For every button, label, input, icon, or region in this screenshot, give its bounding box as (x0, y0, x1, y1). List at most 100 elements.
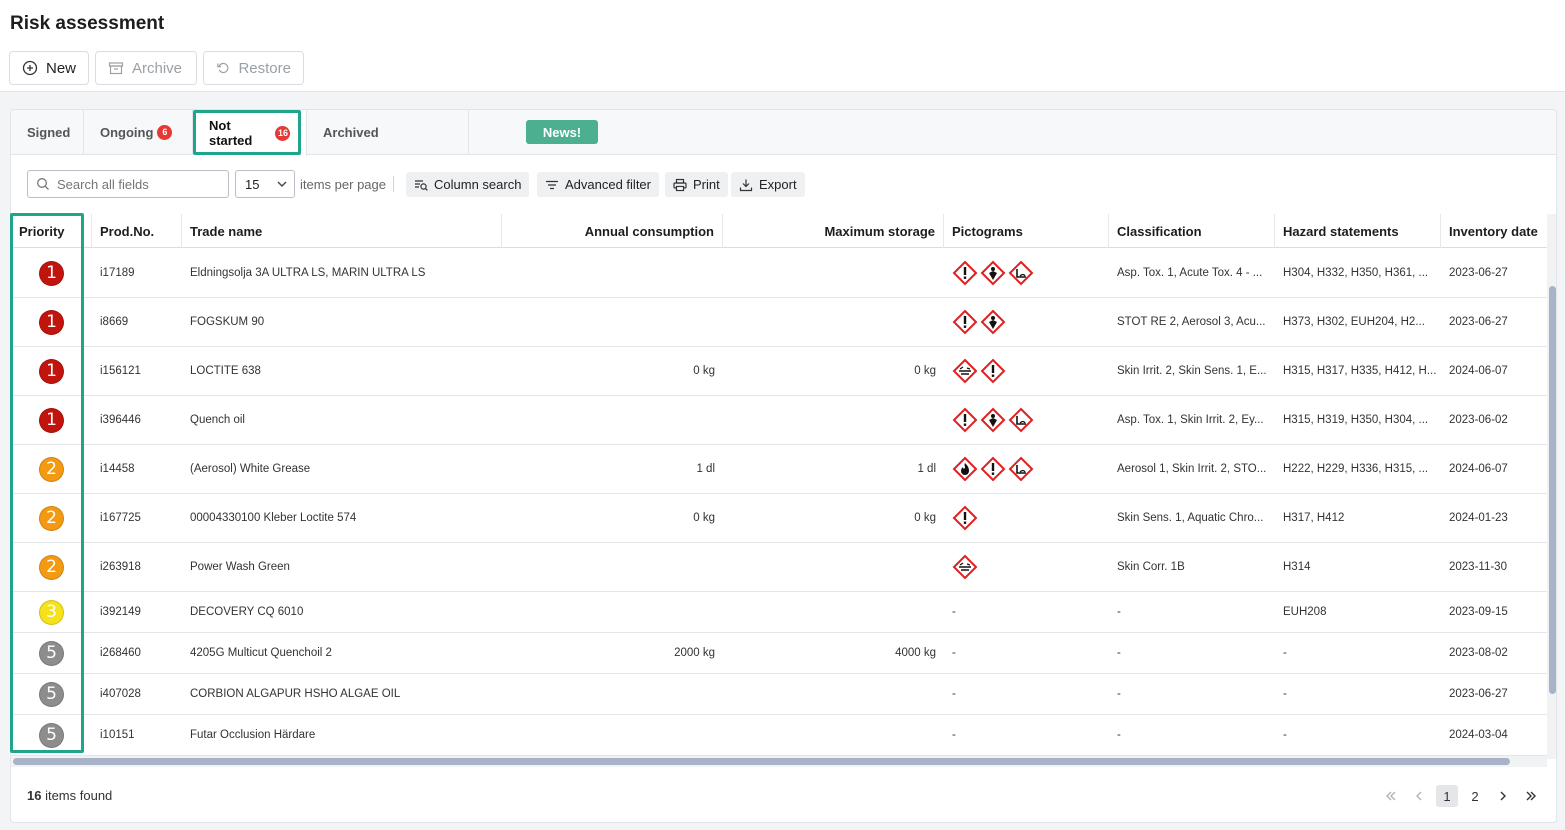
classification-cell: - (1117, 647, 1121, 659)
column-search-button[interactable]: Column search (406, 172, 530, 197)
chevron-right-icon (1500, 791, 1506, 801)
storage-cell: 1 dl (917, 463, 936, 475)
date-cell: 2023-09-15 (1449, 606, 1508, 618)
previous-page-button[interactable] (1408, 785, 1430, 807)
priority-badge: 1 (39, 260, 64, 286)
priority-cell: 2 (11, 445, 92, 493)
priority-badge: 5 (39, 681, 64, 707)
table-row[interactable]: 3 i392149 DECOVERY CQ 6010 - - EUH208 2023-09-… (11, 592, 1547, 633)
pictograms-cell: - (952, 606, 956, 618)
column-header-annual-consumption[interactable]: Annual consumption (502, 214, 723, 248)
trade-name-cell: LOCTITE 638 (190, 365, 261, 377)
first-page-button[interactable] (1380, 785, 1402, 807)
annual-cell: 0 kg (693, 365, 715, 377)
pictograms-cell (944, 298, 1109, 346)
print-button[interactable]: Print (665, 172, 728, 197)
page-title: Risk assessment (10, 13, 165, 34)
tab-archived[interactable]: Archived (307, 110, 469, 155)
filter-lines-icon (546, 180, 558, 189)
trade-name-cell: FOGSKUM 90 (190, 316, 265, 328)
tab-bar: Signed Ongoing 6 Not started 16 Archived… (11, 110, 1556, 156)
storage-cell (723, 249, 944, 297)
column-header-prod-no[interactable]: Prod.No. (92, 214, 182, 248)
export-button[interactable]: Export (731, 172, 805, 197)
classification-cell: - (1117, 606, 1121, 618)
prod-no-cell: i10151 (100, 729, 135, 741)
table-row[interactable]: 2 i167725 00004330100 Kleber Loctite 574 0 … (11, 494, 1547, 543)
annual-cell (502, 543, 723, 591)
items-found-text: 16 items found (27, 788, 112, 803)
column-header-priority[interactable]: Priority (11, 214, 92, 248)
archive-button[interactable]: Archive (95, 51, 197, 85)
table-row[interactable]: 1 i396446 Quench oil Asp. Tox. 1, Skin Irri… (11, 396, 1547, 445)
export-label: Export (759, 177, 797, 192)
pictograms-cell (944, 543, 1109, 591)
storage-cell (723, 298, 944, 346)
table-row[interactable]: 1 i156121 LOCTITE 638 0 kg 0 kg Skin Irrit. 2… (11, 347, 1547, 396)
table-header: Priority Prod.No. Trade name Annual cons… (11, 214, 1547, 248)
table-row[interactable]: 5 i268460 4205G Multicut Quenchoil 2 2000 k… (11, 633, 1547, 674)
prod-no-cell: i8669 (100, 316, 129, 328)
date-cell: 2023-08-02 (1449, 647, 1508, 659)
exclamation-pictogram-icon (952, 260, 978, 286)
hazard-cell: H314 (1283, 561, 1311, 573)
trade-name-cell: DECOVERY CQ 6010 (190, 606, 304, 618)
vertical-scroll-thumb[interactable] (1549, 286, 1556, 694)
date-cell: 2023-06-27 (1449, 316, 1508, 328)
health-hazard-pictogram-icon (980, 407, 1006, 433)
trade-name-cell: Eldningsolja 3A ULTRA LS, MARIN ULTRA LS (190, 267, 426, 279)
new-button[interactable]: New (9, 51, 89, 85)
exclamation-pictogram-icon (952, 309, 978, 335)
pictograms-cell (944, 396, 1109, 444)
restore-button[interactable]: Restore (203, 51, 304, 85)
trade-name-cell: Power Wash Green (190, 561, 290, 573)
prod-no-cell: i407028 (100, 688, 141, 700)
pictograms-cell: - (952, 688, 956, 700)
page-1-button[interactable]: 1 (1436, 785, 1458, 807)
items-per-page-select[interactable]: 15 (235, 170, 295, 198)
search-field[interactable] (27, 170, 229, 198)
horizontal-scroll-thumb[interactable] (13, 758, 1510, 765)
advanced-filter-button[interactable]: Advanced filter (537, 172, 659, 197)
tab-signed[interactable]: Signed (11, 110, 84, 155)
table-row[interactable]: 5 i407028 CORBION ALGAPUR HSHO ALGAE OIL - -… (11, 674, 1547, 715)
table-row[interactable]: 2 i263918 Power Wash Green Skin Corr. 1B H31… (11, 543, 1547, 592)
last-page-button[interactable] (1520, 785, 1542, 807)
table-row[interactable]: 5 i10151 Futar Occlusion Härdare - - - 2024-03… (11, 715, 1547, 756)
column-header-classification[interactable]: Classification (1109, 214, 1275, 248)
printer-icon (673, 178, 687, 191)
column-header-inventory-date[interactable]: Inventory date (1441, 214, 1547, 248)
items-per-page-label: items per page (300, 177, 386, 192)
column-header-maximum-storage[interactable]: Maximum storage (723, 214, 944, 248)
column-header-hazard-statements[interactable]: Hazard statements (1275, 214, 1441, 248)
priority-badge: 1 (39, 407, 64, 433)
vertical-scrollbar[interactable] (1547, 214, 1556, 759)
storage-cell: 0 kg (914, 365, 936, 377)
classification-cell: Skin Corr. 1B (1117, 561, 1185, 573)
search-input[interactable] (57, 176, 217, 192)
environment-pictogram-icon (1008, 260, 1034, 286)
tab-ongoing-label: Ongoing (100, 125, 154, 140)
table-row[interactable]: 1 i8669 FOGSKUM 90 STOT RE 2, Aerosol 3, Ac… (11, 298, 1547, 347)
prod-no-cell: i268460 (100, 647, 141, 659)
column-header-pictograms[interactable]: Pictograms (944, 214, 1109, 248)
prod-no-cell: i263918 (100, 561, 141, 573)
table-row[interactable]: 1 i17189 Eldningsolja 3A ULTRA LS, MARIN U… (11, 249, 1547, 298)
horizontal-scrollbar[interactable] (11, 756, 1547, 767)
column-header-trade-name[interactable]: Trade name (182, 214, 502, 248)
classification-cell: - (1117, 729, 1121, 741)
trade-name-cell: 4205G Multicut Quenchoil 2 (190, 647, 332, 659)
flame-pictogram-icon (952, 456, 978, 482)
search-icon (37, 178, 49, 190)
pagination: 1 2 (1380, 785, 1542, 807)
next-page-button[interactable] (1492, 785, 1514, 807)
priority-badge: 1 (39, 358, 64, 384)
news-button[interactable]: News! (526, 120, 598, 144)
tab-ongoing[interactable]: Ongoing 6 (84, 110, 193, 155)
priority-badge: 5 (39, 640, 64, 666)
page-2-button[interactable]: 2 (1464, 785, 1486, 807)
tab-not-started[interactable]: Not started 16 (193, 110, 307, 156)
classification-cell: Asp. Tox. 1, Acute Tox. 4 - ... (1117, 267, 1263, 279)
table-row[interactable]: 2 i14458 (Aerosol) White Grease 1 dl 1 dl Aer… (11, 445, 1547, 494)
corrosion-pictogram-icon (952, 358, 978, 384)
